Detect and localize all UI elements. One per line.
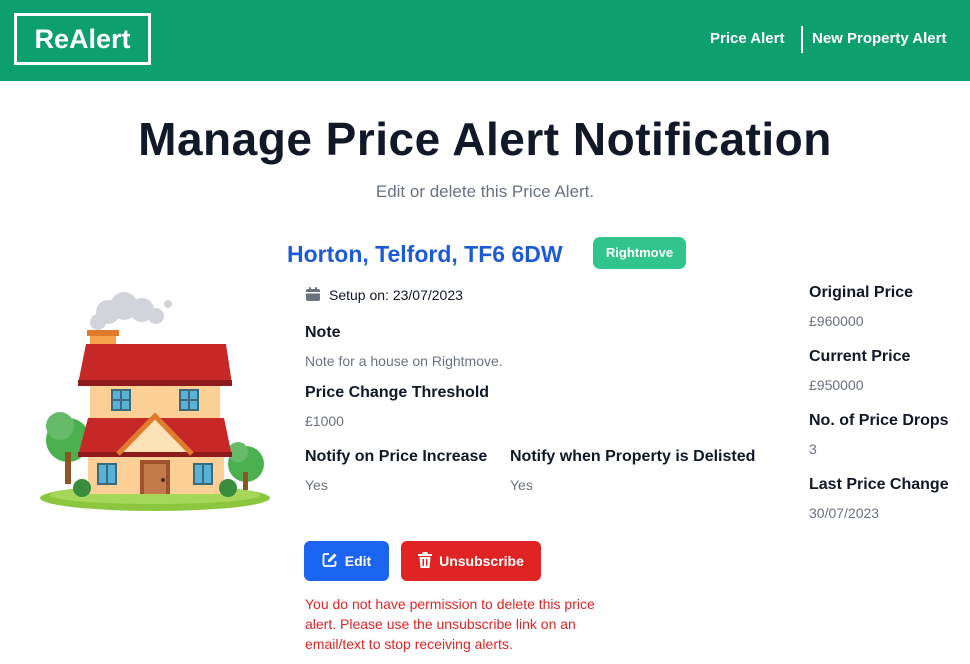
unsubscribe-button-label: Unsubscribe xyxy=(439,553,524,569)
edit-button[interactable]: Edit xyxy=(304,541,389,581)
realert-logo[interactable]: ReAlert xyxy=(14,13,151,65)
nav-price-alert[interactable]: Price Alert xyxy=(710,30,784,47)
current-price-label: Current Price xyxy=(809,348,911,365)
original-price-label: Original Price xyxy=(809,284,914,301)
notify-increase-label: Notify on Price Increase xyxy=(305,448,488,465)
top-navbar: ReAlert Price Alert New Property Alert xyxy=(0,0,970,81)
page-subtitle: Edit or delete this Price Alert. xyxy=(375,182,595,201)
page-title: Manage Price Alert Notification xyxy=(138,113,832,165)
last-change-value: 30/07/2023 xyxy=(809,505,880,521)
edit-button-label: Edit xyxy=(344,553,372,569)
last-change-label: Last Price Change xyxy=(809,476,949,493)
original-price-value: £960000 xyxy=(809,313,864,329)
edit-icon xyxy=(322,552,338,571)
permission-warning: You do not have permission to delete thi… xyxy=(305,596,595,652)
price-drops-label: No. of Price Drops xyxy=(809,412,949,429)
nav-new-property-alert[interactable]: New Property Alert xyxy=(812,30,946,47)
setup-date-text: Setup on: 23/07/2023 xyxy=(329,287,463,303)
notify-delisted-value: Yes xyxy=(510,477,533,493)
note-value: Note for a house on Rightmove. xyxy=(305,353,503,369)
setup-date: Setup on: 23/07/2023 xyxy=(305,286,463,305)
trash-icon xyxy=(418,551,433,571)
notify-increase-value: Yes xyxy=(305,477,328,493)
property-address: Horton, Telford, TF6 6DW xyxy=(287,241,563,267)
note-label: Note xyxy=(305,324,341,341)
notify-delisted-label: Notify when Property is Delisted xyxy=(510,448,756,465)
price-drops-value: 3 xyxy=(809,441,817,457)
current-price-value: £950000 xyxy=(809,377,864,393)
threshold-label: Price Change Threshold xyxy=(305,384,490,401)
calendar-icon xyxy=(305,286,321,305)
unsubscribe-button[interactable]: Unsubscribe xyxy=(401,541,541,581)
nav-divider xyxy=(801,26,803,53)
threshold-value: £1000 xyxy=(305,413,344,429)
source-badge: Rightmove xyxy=(593,237,686,269)
house-illustration xyxy=(40,292,270,511)
